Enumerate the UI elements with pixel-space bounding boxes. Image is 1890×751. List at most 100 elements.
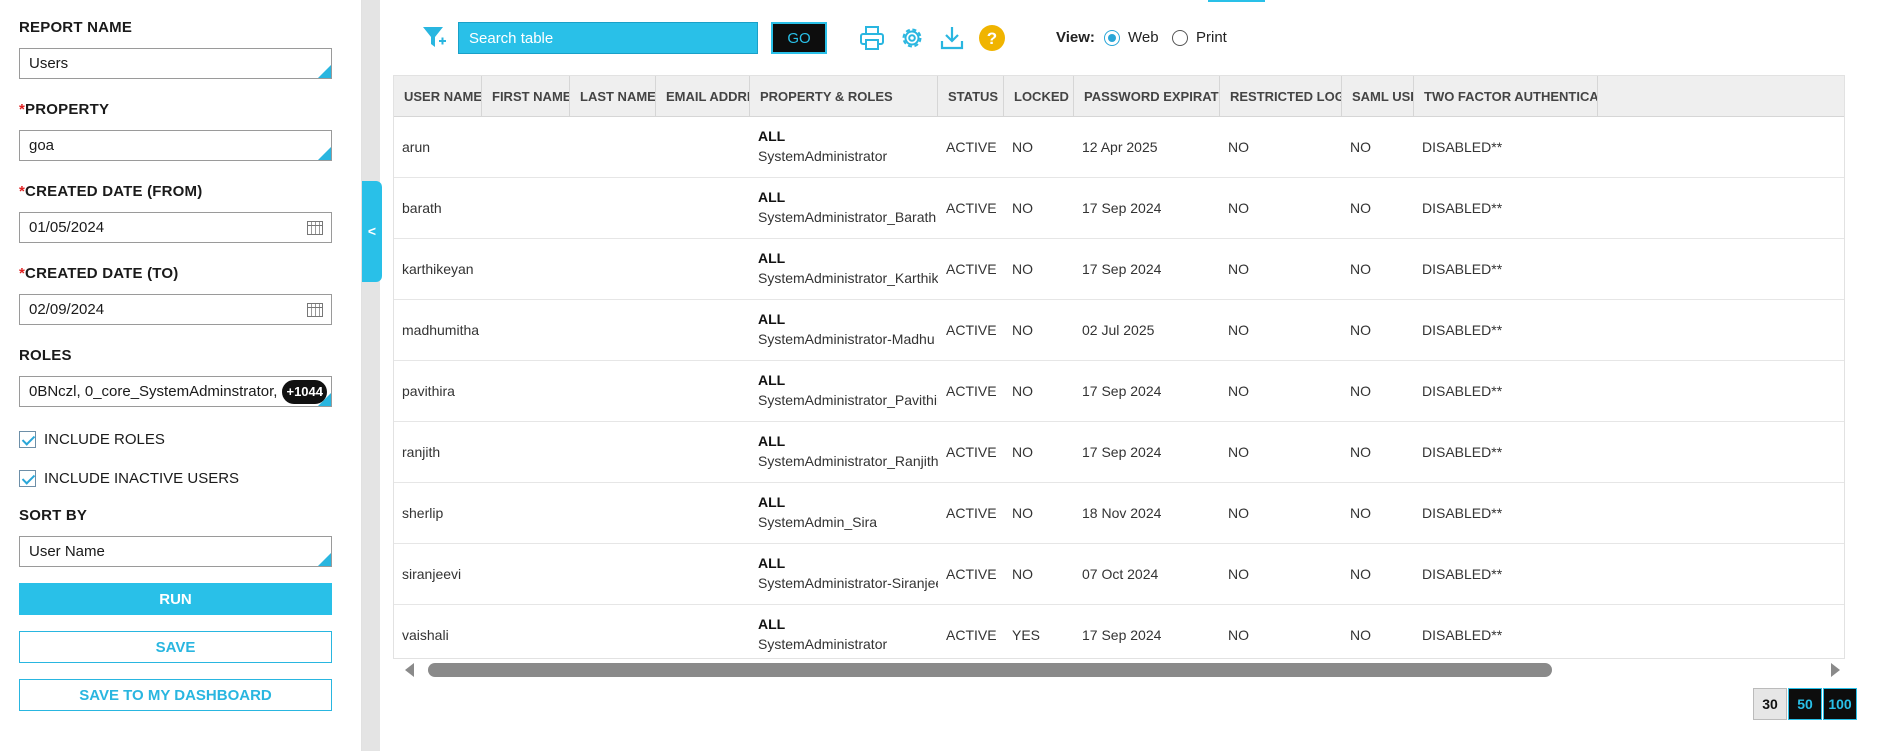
cell-two-factor-authentication: DISABLED** <box>1422 322 1503 338</box>
sort-by-select[interactable]: User Name <box>19 536 332 567</box>
cell-saml-user: NO <box>1350 383 1371 399</box>
property-label: *PROPERTY <box>19 100 361 120</box>
cell-locked: NO <box>1012 139 1033 155</box>
calendar-icon[interactable] <box>307 303 323 317</box>
vertical-scrollbar[interactable] <box>1848 75 1853 659</box>
property-select[interactable]: goa <box>19 130 332 161</box>
column-header-two-factor-authentication[interactable]: TWO FACTOR AUTHENTICATION <box>1414 76 1598 117</box>
view-print-label[interactable]: Print <box>1196 29 1227 46</box>
scroll-right-icon[interactable] <box>1831 663 1840 677</box>
cell-status: ACTIVE <box>946 261 997 277</box>
created-to-date-field[interactable]: 02/09/2024 <box>19 294 332 325</box>
include-roles-option[interactable]: INCLUDE ROLES <box>19 428 361 450</box>
print-icon[interactable] <box>858 24 886 52</box>
table-row[interactable]: vaishali ALL SystemAdministrator ACTIVE YES 1… <box>394 605 1844 658</box>
table-row[interactable]: ranjith ALL SystemAdministrator_Ranjith ACT… <box>394 422 1844 483</box>
save-button[interactable]: SAVE <box>19 631 332 663</box>
cell-saml-user: NO <box>1350 566 1371 582</box>
column-header-user-name[interactable]: USER NAME <box>394 76 482 117</box>
cell-restricted-login: NO <box>1228 200 1249 216</box>
download-icon[interactable] <box>938 24 966 52</box>
cell-last-name <box>570 605 656 658</box>
table-row[interactable]: siranjeevi ALL SystemAdministrator-Siranje… <box>394 544 1844 605</box>
horizontal-scrollbar[interactable] <box>400 660 1840 680</box>
table-row[interactable]: pavithira ALL SystemAdministrator_Pavithir… <box>394 361 1844 422</box>
column-header-status[interactable]: STATUS <box>938 76 1004 117</box>
column-header-saml-user[interactable]: SAML USER <box>1342 76 1414 117</box>
view-web-radio[interactable] <box>1104 30 1120 46</box>
run-button[interactable]: RUN <box>19 583 332 615</box>
column-header-password-expiration[interactable]: PASSWORD EXPIRATION <box>1074 76 1220 117</box>
page-size-100-button[interactable]: 100 <box>1823 688 1857 720</box>
active-tab-indicator <box>1208 0 1265 2</box>
include-inactive-checkbox[interactable] <box>19 469 36 487</box>
column-header-last-name[interactable]: LAST NAME <box>570 76 656 117</box>
roles-value: 0BNczl, 0_core_SystemAdminstrator, 0z0r <box>29 383 311 400</box>
cell-status: ACTIVE <box>946 139 997 155</box>
cell-password-expiration: 17 Sep 2024 <box>1082 383 1162 399</box>
table-row[interactable]: arun ALL SystemAdministrator ACTIVE NO 12 Apr… <box>394 117 1844 178</box>
table-row[interactable]: karthikeyan ALL SystemAdministrator_Karthi… <box>394 239 1844 300</box>
include-inactive-option[interactable]: INCLUDE INACTIVE USERS <box>19 467 361 489</box>
help-icon[interactable]: ? <box>978 24 1006 52</box>
cell-saml-user: NO <box>1350 261 1371 277</box>
report-name-label: REPORT NAME <box>19 19 133 36</box>
roles-label: ROLES <box>19 347 72 364</box>
cell-status: ACTIVE <box>946 322 997 338</box>
view-web-label[interactable]: Web <box>1128 29 1159 46</box>
cell-two-factor-authentication: DISABLED** <box>1422 505 1503 521</box>
column-header-first-name[interactable]: FIRST NAME <box>482 76 570 117</box>
property-scope: ALL <box>758 555 786 571</box>
cell-status: ACTIVE <box>946 444 997 460</box>
property-scope: ALL <box>758 433 786 449</box>
property-scope: ALL <box>758 128 786 144</box>
report-name-field[interactable]: Users <box>19 48 332 79</box>
column-header-property-roles[interactable]: PROPERTY & ROLES <box>750 76 938 117</box>
scroll-left-icon[interactable] <box>405 663 414 677</box>
table-row[interactable]: sherlip ALL SystemAdmin_Sira ACTIVE NO 18 Nov… <box>394 483 1844 544</box>
go-button[interactable]: GO <box>771 22 827 54</box>
table-row[interactable]: madhumitha ALL SystemAdministrator-Madhu AC… <box>394 300 1844 361</box>
cell-first-name <box>482 483 570 543</box>
cell-email-address <box>656 483 750 543</box>
column-header-restricted-login[interactable]: RESTRICTED LOGIN <box>1220 76 1342 117</box>
cell-two-factor-authentication: DISABLED** <box>1422 566 1503 582</box>
cell-email-address <box>656 605 750 658</box>
save-to-dashboard-button[interactable]: SAVE TO MY DASHBOARD <box>19 679 332 711</box>
cell-user-name: madhumitha <box>402 322 480 338</box>
page-size-50-button[interactable]: 50 <box>1788 688 1822 720</box>
cell-locked: NO <box>1012 566 1033 582</box>
table-row[interactable]: barath ALL SystemAdministrator_Barath ACTIV… <box>394 178 1844 239</box>
cell-property-roles: ALL SystemAdministrator-Siranjeevi <box>750 544 938 604</box>
horizontal-scroll-thumb[interactable] <box>428 663 1552 677</box>
column-header-locked[interactable]: LOCKED <box>1004 76 1074 117</box>
include-inactive-label: INCLUDE INACTIVE USERS <box>44 469 240 487</box>
cell-first-name <box>482 239 570 299</box>
cell-email-address <box>656 300 750 360</box>
role-name: SystemAdministrator-Madhu <box>758 331 935 347</box>
created-from-date-field[interactable]: 01/05/2024 <box>19 212 332 243</box>
cell-first-name <box>482 300 570 360</box>
cell-first-name <box>482 117 570 177</box>
created-from-label: *CREATED DATE (FROM) <box>19 182 361 202</box>
collapse-panel-button[interactable]: < <box>362 181 382 282</box>
role-name: SystemAdministrator_Pavithira <box>758 392 938 408</box>
page-size-30-button[interactable]: 30 <box>1753 688 1787 720</box>
cell-restricted-login: NO <box>1228 627 1249 643</box>
column-header-email-address[interactable]: EMAIL ADDRESS <box>656 76 750 117</box>
column-header-label: TWO FACTOR AUTHENTICATION <box>1424 89 1598 104</box>
roles-select[interactable]: 0BNczl, 0_core_SystemAdminstrator, 0z0r … <box>19 376 332 407</box>
property-value: goa <box>29 137 55 154</box>
include-roles-checkbox[interactable] <box>19 430 36 448</box>
cell-restricted-login: NO <box>1228 139 1249 155</box>
filter-icon[interactable] <box>420 23 448 51</box>
calendar-icon[interactable] <box>307 221 323 235</box>
table-toolbar: GO ? View: Web Print <box>420 20 1620 56</box>
cell-user-name: ranjith <box>402 444 441 460</box>
gear-icon[interactable] <box>898 24 926 52</box>
roles-count-badge: +1044 <box>282 380 327 404</box>
users-report-screen: REPORT NAME Users *PROPERTY goa *CREATED… <box>0 0 1890 751</box>
view-print-radio[interactable] <box>1172 30 1188 46</box>
cell-last-name <box>570 483 656 543</box>
search-input[interactable] <box>458 22 758 54</box>
